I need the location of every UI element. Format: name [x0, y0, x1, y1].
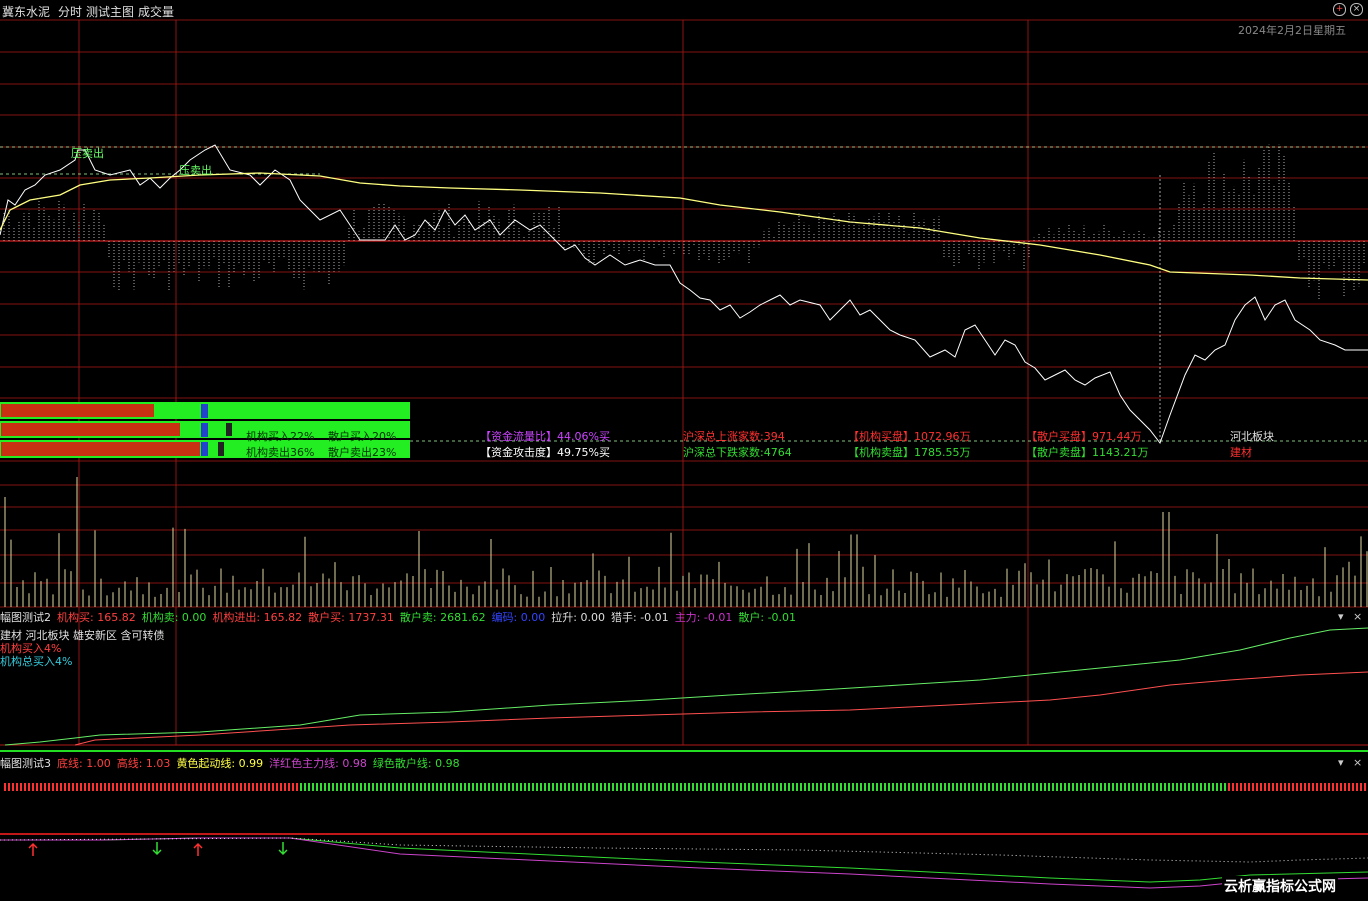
sub2-item-label: 散户:: [738, 611, 765, 624]
sub2-collapse-icon[interactable]: ▾: [1338, 610, 1344, 623]
sub3-green-line: [0, 837, 1368, 883]
sub2-item-label: 散户卖:: [399, 611, 437, 624]
sub3-header: 幅图测试3 底线: 1.00 高线: 1.03 黄色起动线: 0.99 洋红色主力线:…: [0, 755, 460, 771]
sub3-dotted-line: [0, 837, 1368, 863]
sub2-header: 幅图测试2 机构买: 165.82 机构卖: 0.00 机构进出: 165.82 散户…: [0, 609, 796, 625]
sub3-item-value: 0.99: [235, 757, 264, 770]
sub2-item: 散户卖: 2681.62: [400, 609, 486, 625]
sub2-item: 主力: -0.01: [675, 609, 733, 625]
sub2-item-value: -0.01: [700, 611, 733, 624]
sub3-item: 绿色散户线: 0.98: [373, 755, 460, 771]
sub2-item: 猎手: -0.01: [611, 609, 669, 625]
sub3-title[interactable]: 幅图测试3: [0, 755, 51, 771]
bar-marker-blue: [201, 423, 208, 437]
sub3-item-value: 0.98: [338, 757, 367, 770]
sub2-item-label: 编码:: [491, 611, 518, 624]
sub2-item-label: 机构买:: [57, 611, 94, 624]
sub3-magenta-line: [0, 837, 1368, 889]
bar-marker-blue: [201, 442, 208, 456]
sub2-item-value: 0.00: [577, 611, 605, 624]
retail-buy-disk: 【散户买盘】971.44万: [1026, 430, 1142, 443]
sub3-close-icon[interactable]: ×: [1353, 756, 1362, 769]
sub3-collapse-icon[interactable]: ▾: [1338, 756, 1344, 769]
sell-arrow-icon: [152, 842, 162, 856]
down-count: 沪深总下跌家数:4764: [683, 446, 792, 459]
sub2-item-value: -0.01: [764, 611, 797, 624]
sub2-item: 散户买: 1737.31: [308, 609, 394, 625]
bar-marker-blue: [201, 404, 208, 418]
sector-label: 河北板块: [1230, 430, 1274, 443]
fund-flow-ratio: 【资金流量比】44.06%买: [480, 430, 610, 443]
mode-label[interactable]: 分时: [58, 3, 82, 20]
sub3-item-value: 0.98: [431, 757, 460, 770]
buy-arrow-icon: [28, 842, 38, 856]
bar-row-3-fill: [1, 442, 200, 456]
bar-marker-dark: [218, 442, 224, 456]
sub3-item-label: 黄色起动线:: [176, 757, 236, 770]
watermark: 云析赢指标公式网: [1222, 876, 1338, 896]
bar-marker-dark: [226, 423, 232, 436]
sub2-item: 机构卖: 0.00: [142, 609, 207, 625]
sub2-values: 机构买: 165.82 机构卖: 0.00 机构进出: 165.82 散户买: 173…: [57, 609, 796, 625]
sub3-item-label: 高线:: [116, 757, 143, 770]
close-window-icon[interactable]: ×: [1350, 3, 1363, 16]
sub3-item-value: 1.03: [142, 757, 171, 770]
date-label: 2024年2月2日星期五: [1238, 24, 1346, 37]
sub2-item: 拉升: 0.00: [551, 609, 605, 625]
sub2-item-label: 机构卖:: [141, 611, 179, 624]
up-count: 沪深总上涨家数:394: [683, 430, 785, 443]
sub2-item-value: -0.01: [636, 611, 669, 624]
sub2-item: 机构买: 165.82: [57, 609, 136, 625]
sub3-item: 黄色起动线: 0.99: [176, 755, 263, 771]
retail-buy-pct: 散户买入20%: [328, 430, 397, 443]
sell-arrow-icon: [278, 842, 288, 856]
retail-sell-disk: 【散户卖盘】1143.21万: [1026, 446, 1149, 459]
sub2-item-value: 1737.31: [344, 611, 394, 624]
fund-attack: 【资金攻击度】49.75%买: [480, 446, 610, 459]
sub2-item-label: 主力:: [674, 611, 701, 624]
inst-sell-disk: 【机构卖盘】1785.55万: [848, 446, 971, 459]
press-sell-label-1: 压卖出: [71, 147, 104, 160]
stock-name[interactable]: 冀东水泥: [2, 3, 50, 20]
sub3-item-label: 底线:: [57, 757, 83, 770]
retail-sell-pct: 散户卖出23%: [328, 446, 397, 459]
sub2-red-line: [74, 671, 1368, 746]
sub2-green-line: [4, 627, 1368, 746]
sub2-item: 编码: 0.00: [492, 609, 546, 625]
bar-row-1-fill: [1, 404, 154, 417]
inst-buy-pct: 机构买入22%: [246, 430, 315, 443]
sub3-item: 洋红色主力线: 0.98: [269, 755, 367, 771]
sub2-item-label: 猎手:: [611, 611, 637, 624]
sub2-item-value: 165.82: [93, 611, 136, 624]
add-window-icon[interactable]: +: [1333, 3, 1346, 16]
sub2-item-label: 拉升:: [551, 611, 577, 624]
inst-buy-disk: 【机构买盘】1072.96万: [848, 430, 971, 443]
sub2-item-label: 散户买:: [308, 611, 345, 624]
press-sell-label-2: 压卖出: [179, 164, 212, 177]
sub3-item: 底线: 1.00: [57, 755, 111, 771]
sub2-line2-label: 机构总买入4%: [0, 655, 73, 668]
volume-indicator-name[interactable]: 成交量: [138, 3, 174, 20]
main-indicator-name[interactable]: 测试主图: [86, 3, 134, 20]
industry-label: 建材: [1230, 446, 1252, 459]
sub2-item-value: 2681.62: [436, 611, 486, 624]
sub3-item-value: 1.00: [82, 757, 111, 770]
average-price-line: [0, 172, 1368, 281]
sub2-item: 散户: -0.01: [738, 609, 796, 625]
sub2-item-value: 0.00: [517, 611, 546, 624]
sub3-item-label: 绿色散户线:: [372, 757, 432, 770]
sub2-title[interactable]: 幅图测试2: [0, 609, 51, 625]
inst-sell-pct: 机构卖出36%: [246, 446, 315, 459]
sub2-item-value: 0.00: [178, 611, 207, 624]
sub3-values: 底线: 1.00 高线: 1.03 黄色起动线: 0.99 洋红色主力线: 0.98 绿…: [57, 755, 460, 771]
sub3-item: 高线: 1.03: [117, 755, 171, 771]
buy-arrow-icon: [193, 842, 203, 856]
sub2-item-label: 机构进出:: [212, 611, 261, 624]
sub2-item: 机构进出: 165.82: [212, 609, 302, 625]
bar-row-2-fill: [1, 423, 180, 436]
sub2-close-icon[interactable]: ×: [1353, 610, 1362, 623]
sub3-item-label: 洋红色主力线:: [269, 757, 339, 770]
sub2-item-value: 165.82: [260, 611, 303, 624]
